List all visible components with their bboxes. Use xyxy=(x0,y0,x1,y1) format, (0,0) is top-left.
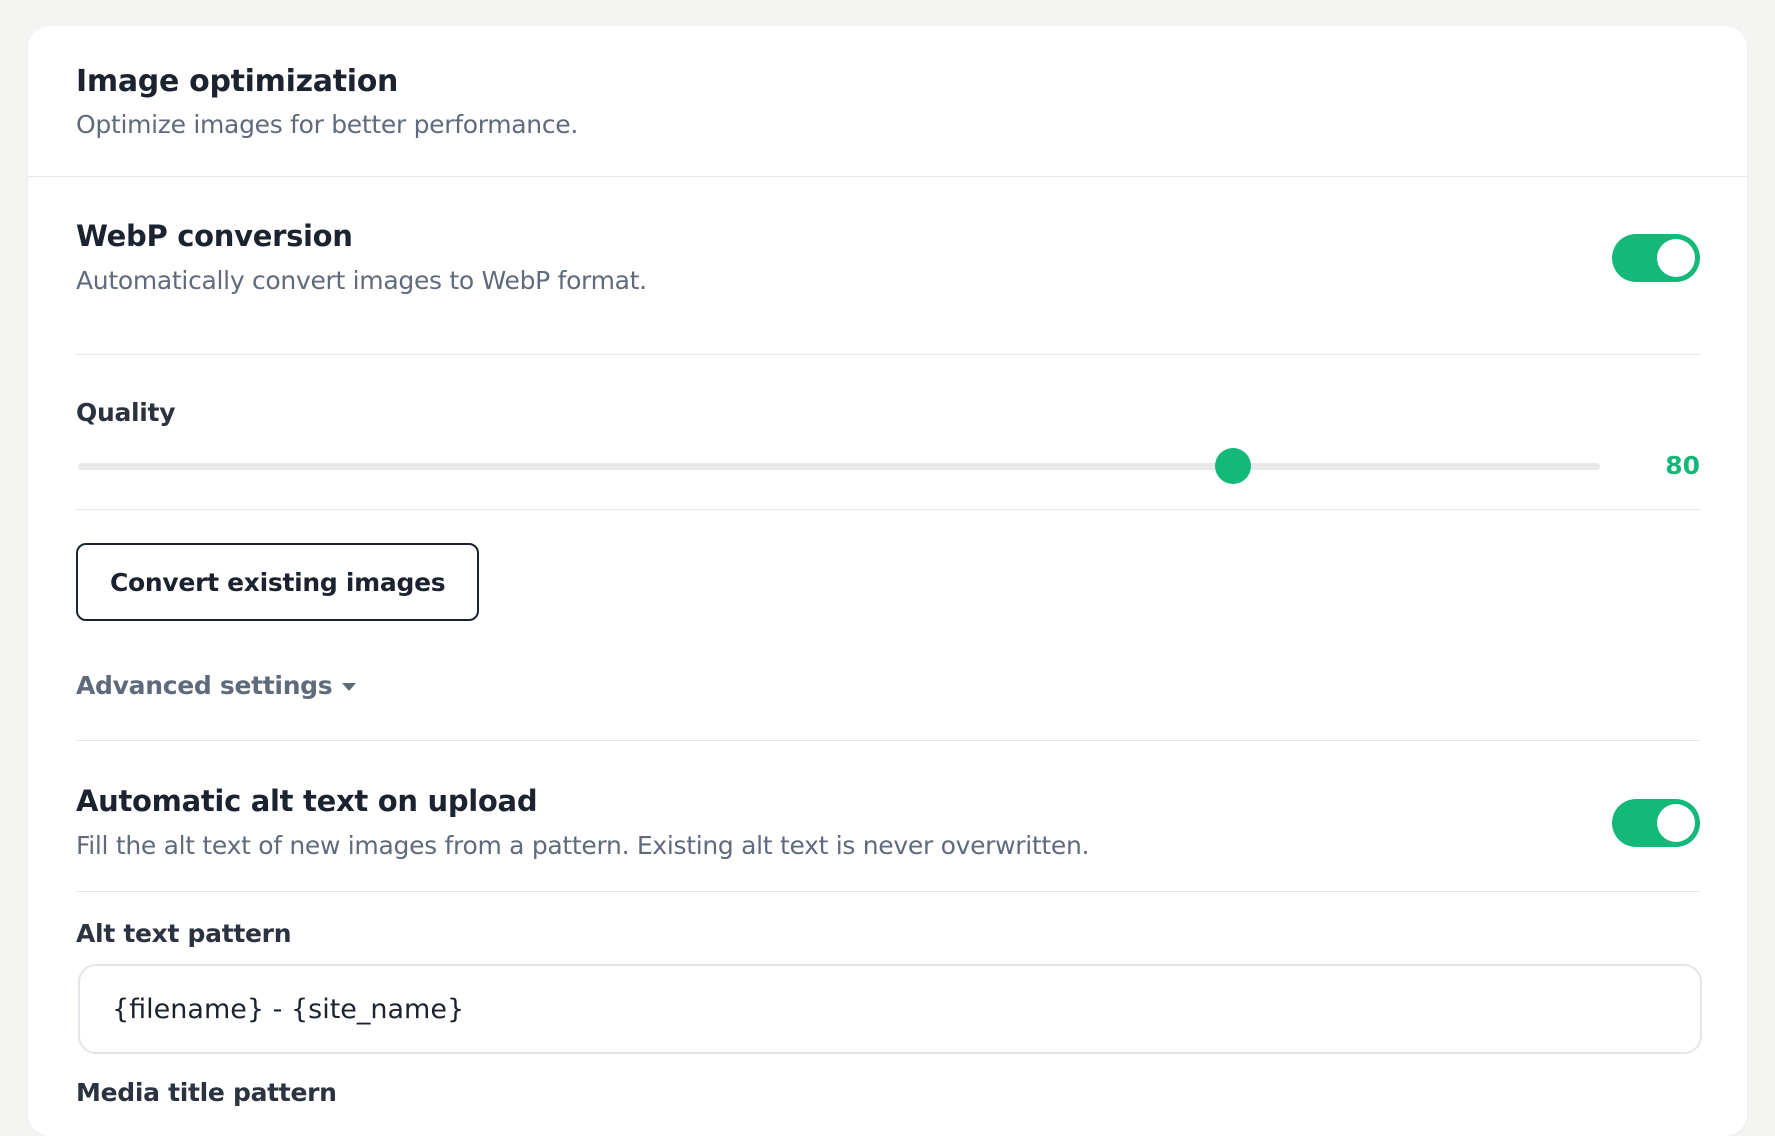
image-optimization-card: Image optimization Optimize images for b… xyxy=(28,26,1747,1136)
divider xyxy=(76,509,1700,510)
quality-label: Quality xyxy=(76,398,176,427)
quality-setting: Quality 80 xyxy=(76,398,1700,508)
alt-text-pattern-label: Alt text pattern xyxy=(76,919,292,948)
caret-down-icon xyxy=(342,683,357,691)
advanced-settings-section: Advanced settings xyxy=(76,671,1700,711)
quality-value: 80 xyxy=(1665,451,1700,480)
media-title-pattern-field: Media title pattern xyxy=(76,1078,1700,1118)
divider xyxy=(76,740,1700,741)
divider xyxy=(76,891,1700,892)
alt-text-pattern-input[interactable] xyxy=(78,964,1702,1054)
webp-conversion-title: WebP conversion xyxy=(76,219,353,253)
quality-slider-track[interactable] xyxy=(78,463,1600,470)
alt-text-title: Automatic alt text on upload xyxy=(76,784,538,818)
advanced-settings-toggle[interactable]: Advanced settings xyxy=(76,671,357,700)
media-title-pattern-label: Media title pattern xyxy=(76,1078,337,1107)
card-title: Image optimization xyxy=(76,64,399,99)
convert-existing-images-button[interactable]: Convert existing images xyxy=(76,543,480,621)
webp-conversion-toggle[interactable] xyxy=(1612,234,1700,282)
webp-conversion-setting: WebP conversion Automatically convert im… xyxy=(76,219,1700,319)
alt-text-pattern-field: Alt text pattern xyxy=(76,919,1702,1069)
toggle-knob xyxy=(1657,804,1695,842)
card-header: Image optimization Optimize images for b… xyxy=(28,26,1747,177)
alt-text-setting: Automatic alt text on upload Fill the al… xyxy=(76,784,1700,884)
divider xyxy=(76,354,1700,355)
toggle-knob xyxy=(1657,239,1695,277)
quality-slider-thumb[interactable] xyxy=(1214,448,1251,484)
advanced-settings-label: Advanced settings xyxy=(76,671,333,700)
convert-section: Convert existing images xyxy=(76,543,1700,623)
webp-conversion-description: Automatically convert images to WebP for… xyxy=(76,265,647,295)
alt-text-toggle[interactable] xyxy=(1612,799,1700,847)
alt-text-description: Fill the alt text of new images from a p… xyxy=(76,830,1090,860)
card-subtitle: Optimize images for better performance. xyxy=(76,110,579,139)
